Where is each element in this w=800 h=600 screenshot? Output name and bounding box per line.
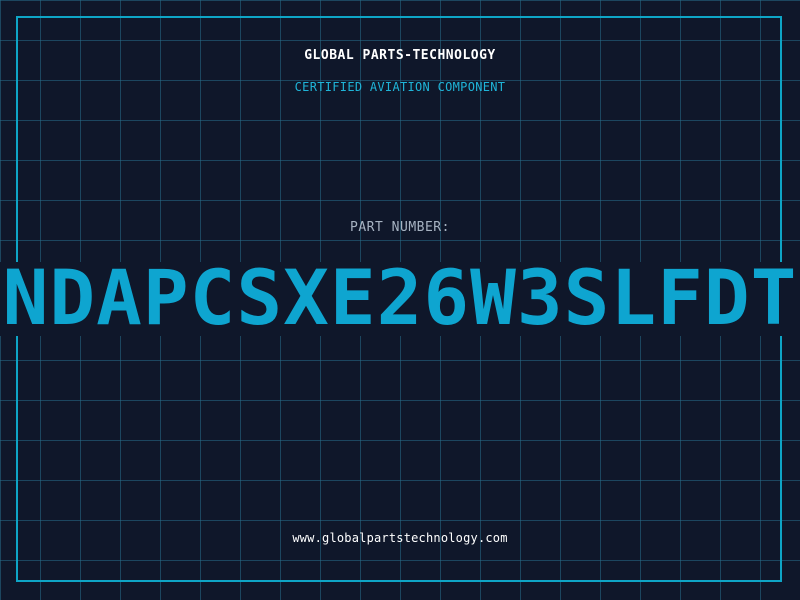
website-url: www.globalpartstechnology.com [292, 531, 508, 545]
label-canvas: GLOBAL PARTS-TECHNOLOGY CERTIFIED AVIATI… [0, 0, 800, 600]
part-number-value: DNDAPCSXE26W3SLFDTH [0, 253, 800, 342]
part-number-label: PART NUMBER: [350, 220, 450, 235]
company-name: GLOBAL PARTS-TECHNOLOGY [304, 48, 496, 63]
certification-subtitle: CERTIFIED AVIATION COMPONENT [294, 80, 506, 94]
